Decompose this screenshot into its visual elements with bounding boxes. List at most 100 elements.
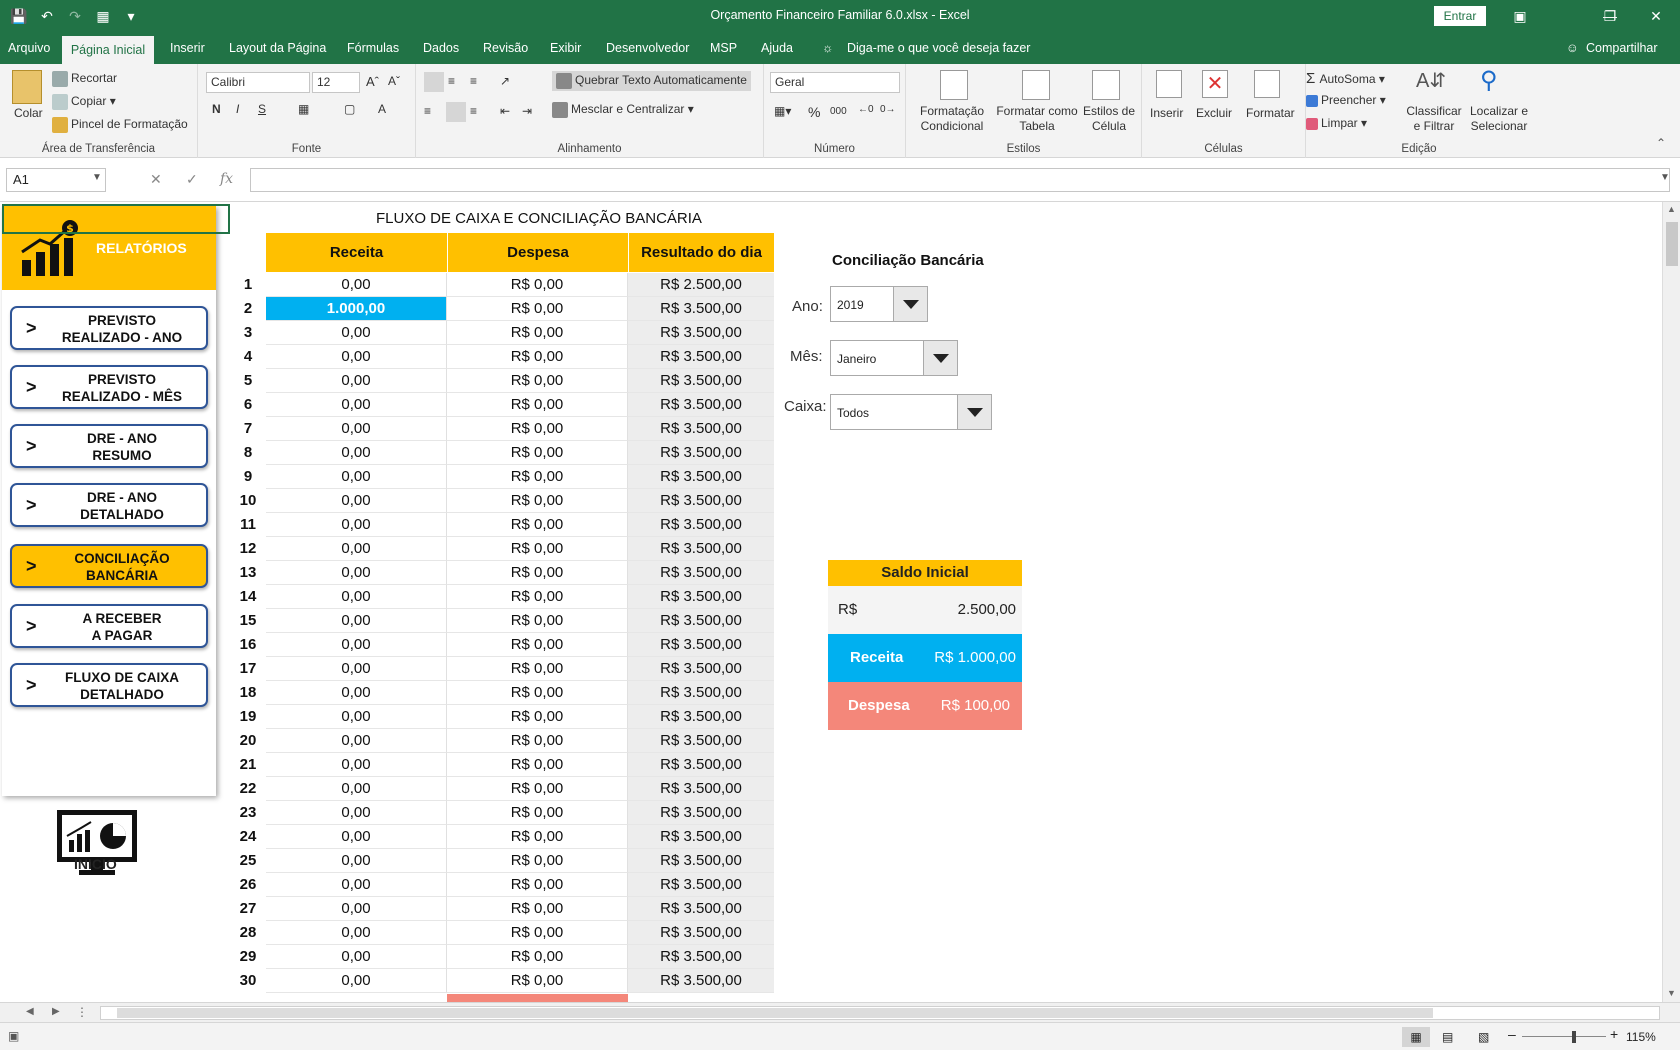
- receita-cell[interactable]: 0,00: [266, 273, 447, 297]
- decrease-indent-icon[interactable]: ⇤: [500, 104, 510, 118]
- resultado-cell[interactable]: R$ 3.500,00: [628, 897, 774, 921]
- align-middle-icon[interactable]: ≡: [448, 74, 455, 88]
- next-sheet-icon[interactable]: ▶: [52, 1006, 60, 1017]
- despesa-cell[interactable]: R$ 0,00: [447, 969, 628, 993]
- tab-layout[interactable]: Layout da Página: [229, 41, 326, 55]
- vertical-scroll-thumb[interactable]: [1666, 222, 1678, 266]
- receita-cell[interactable]: 0,00: [266, 489, 447, 513]
- horizontal-scroll-thumb[interactable]: [117, 1008, 1433, 1018]
- vertical-scrollbar[interactable]: ▲ ▼: [1662, 202, 1680, 1002]
- resultado-cell[interactable]: R$ 3.500,00: [628, 585, 774, 609]
- resultado-cell[interactable]: R$ 3.500,00: [628, 777, 774, 801]
- resultado-cell[interactable]: R$ 3.500,00: [628, 753, 774, 777]
- thousands-button[interactable]: 000: [830, 106, 847, 117]
- resultado-cell[interactable]: R$ 3.500,00: [628, 729, 774, 753]
- zoom-out-button[interactable]: –: [1508, 1026, 1516, 1042]
- despesa-cell[interactable]: R$ 0,00: [447, 417, 628, 441]
- tab-desenvolvedor[interactable]: Desenvolvedor: [606, 41, 689, 55]
- receita-cell[interactable]: 0,00: [266, 801, 447, 825]
- name-box[interactable]: A1: [6, 168, 106, 192]
- despesa-cell[interactable]: R$ 0,00: [447, 513, 628, 537]
- despesa-cell[interactable]: R$ 0,00: [447, 585, 628, 609]
- name-box-dropdown-icon[interactable]: ▼: [92, 172, 102, 183]
- despesa-cell[interactable]: R$ 0,00: [447, 369, 628, 393]
- decrease-font-icon[interactable]: Aˇ: [388, 74, 400, 88]
- tab-exibir[interactable]: Exibir: [550, 41, 581, 55]
- receita-cell[interactable]: 0,00: [266, 945, 447, 969]
- despesa-cell[interactable]: R$ 0,00: [447, 321, 628, 345]
- despesa-cell[interactable]: R$ 0,00: [447, 489, 628, 513]
- tab-dados[interactable]: Dados: [423, 41, 459, 55]
- cut-button[interactable]: Recortar: [52, 71, 117, 87]
- receita-cell[interactable]: 0,00: [266, 825, 447, 849]
- orientation-icon[interactable]: ↗: [500, 74, 510, 88]
- despesa-cell[interactable]: R$ 0,00: [447, 273, 628, 297]
- share-button[interactable]: Compartilhar: [1586, 41, 1658, 55]
- resultado-cell[interactable]: R$ 3.500,00: [628, 489, 774, 513]
- despesa-cell[interactable]: R$ 0,00: [447, 657, 628, 681]
- receita-cell[interactable]: 0,00: [266, 393, 447, 417]
- resultado-cell[interactable]: R$ 3.500,00: [628, 945, 774, 969]
- formula-input[interactable]: [250, 168, 1670, 192]
- resultado-cell[interactable]: R$ 3.500,00: [628, 297, 774, 321]
- despesa-cell[interactable]: R$ 0,00: [447, 633, 628, 657]
- font-color-icon[interactable]: A: [378, 102, 386, 116]
- align-bottom-icon[interactable]: ≡: [470, 74, 477, 88]
- despesa-cell[interactable]: R$ 0,00: [447, 945, 628, 969]
- sign-in-button[interactable]: Entrar: [1434, 6, 1486, 26]
- macro-record-icon[interactable]: ▣: [8, 1029, 19, 1043]
- cancel-icon[interactable]: ✕: [150, 171, 162, 188]
- scroll-down-icon[interactable]: ▼: [1667, 988, 1676, 998]
- receita-cell[interactable]: 0,00: [266, 537, 447, 561]
- tab-inserir[interactable]: Inserir: [170, 41, 205, 55]
- zoom-in-button[interactable]: +: [1610, 1026, 1618, 1042]
- delete-cells-button[interactable]: Excluir: [1196, 106, 1232, 120]
- wrap-text-button[interactable]: Quebrar Texto Automaticamente: [552, 71, 751, 91]
- despesa-cell[interactable]: R$ 0,00: [447, 801, 628, 825]
- resultado-cell[interactable]: R$ 3.500,00: [628, 369, 774, 393]
- enter-icon[interactable]: ✓: [186, 171, 198, 188]
- despesa-cell[interactable]: R$ 0,00: [447, 729, 628, 753]
- tab-revisao[interactable]: Revisão: [483, 41, 528, 55]
- copy-button[interactable]: Copiar ▾: [52, 94, 116, 110]
- collapse-ribbon-icon[interactable]: ⌃: [1656, 136, 1666, 150]
- resultado-cell[interactable]: R$ 3.500,00: [628, 921, 774, 945]
- cell-styles-button[interactable]: Estilos de Célula: [1080, 104, 1138, 134]
- resultado-cell[interactable]: R$ 2.500,00: [628, 273, 774, 297]
- receita-cell[interactable]: 0,00: [266, 585, 447, 609]
- receita-cell[interactable]: 0,00: [266, 777, 447, 801]
- resultado-cell[interactable]: R$ 3.500,00: [628, 345, 774, 369]
- zoom-slider[interactable]: [1522, 1036, 1606, 1037]
- fill-color-icon[interactable]: ▢: [344, 102, 355, 116]
- page-layout-view-icon[interactable]: ▤: [1442, 1027, 1453, 1047]
- dropdown-arrow-icon[interactable]: [957, 395, 991, 429]
- receita-cell[interactable]: 0,00: [266, 609, 447, 633]
- underline-button[interactable]: S: [258, 102, 266, 116]
- resultado-cell[interactable]: R$ 3.500,00: [628, 513, 774, 537]
- resultado-cell[interactable]: R$ 3.500,00: [628, 873, 774, 897]
- resultado-cell[interactable]: R$ 3.500,00: [628, 969, 774, 993]
- prev-sheet-icon[interactable]: ◀: [26, 1006, 34, 1017]
- resultado-cell[interactable]: R$ 3.500,00: [628, 465, 774, 489]
- align-right-icon[interactable]: ≡: [470, 104, 477, 118]
- despesa-cell[interactable]: R$ 0,00: [447, 393, 628, 417]
- resultado-cell[interactable]: R$ 3.500,00: [628, 609, 774, 633]
- fill-button[interactable]: Preencher ▾: [1306, 93, 1386, 107]
- receita-cell[interactable]: 0,00: [266, 705, 447, 729]
- resultado-cell[interactable]: R$ 3.500,00: [628, 633, 774, 657]
- mes-dropdown[interactable]: Janeiro: [830, 340, 958, 376]
- receita-cell[interactable]: 0,00: [266, 657, 447, 681]
- zoom-level[interactable]: 115%: [1626, 1030, 1656, 1044]
- receita-cell[interactable]: 0,00: [266, 897, 447, 921]
- resultado-cell[interactable]: R$ 3.500,00: [628, 441, 774, 465]
- resultado-cell[interactable]: R$ 3.500,00: [628, 417, 774, 441]
- despesa-cell[interactable]: R$ 0,00: [447, 345, 628, 369]
- format-painter-button[interactable]: Pincel de Formatação: [52, 117, 188, 133]
- currency-icon[interactable]: ▦▾: [774, 104, 791, 118]
- caixa-dropdown[interactable]: Todos: [830, 394, 992, 430]
- zoom-slider-thumb[interactable]: [1572, 1031, 1576, 1043]
- tab-arquivo[interactable]: Arquivo: [8, 41, 50, 55]
- normal-view-icon[interactable]: ▦: [1402, 1027, 1430, 1047]
- percent-button[interactable]: %: [808, 104, 820, 120]
- conditional-format-button[interactable]: Formatação Condicional: [910, 104, 994, 134]
